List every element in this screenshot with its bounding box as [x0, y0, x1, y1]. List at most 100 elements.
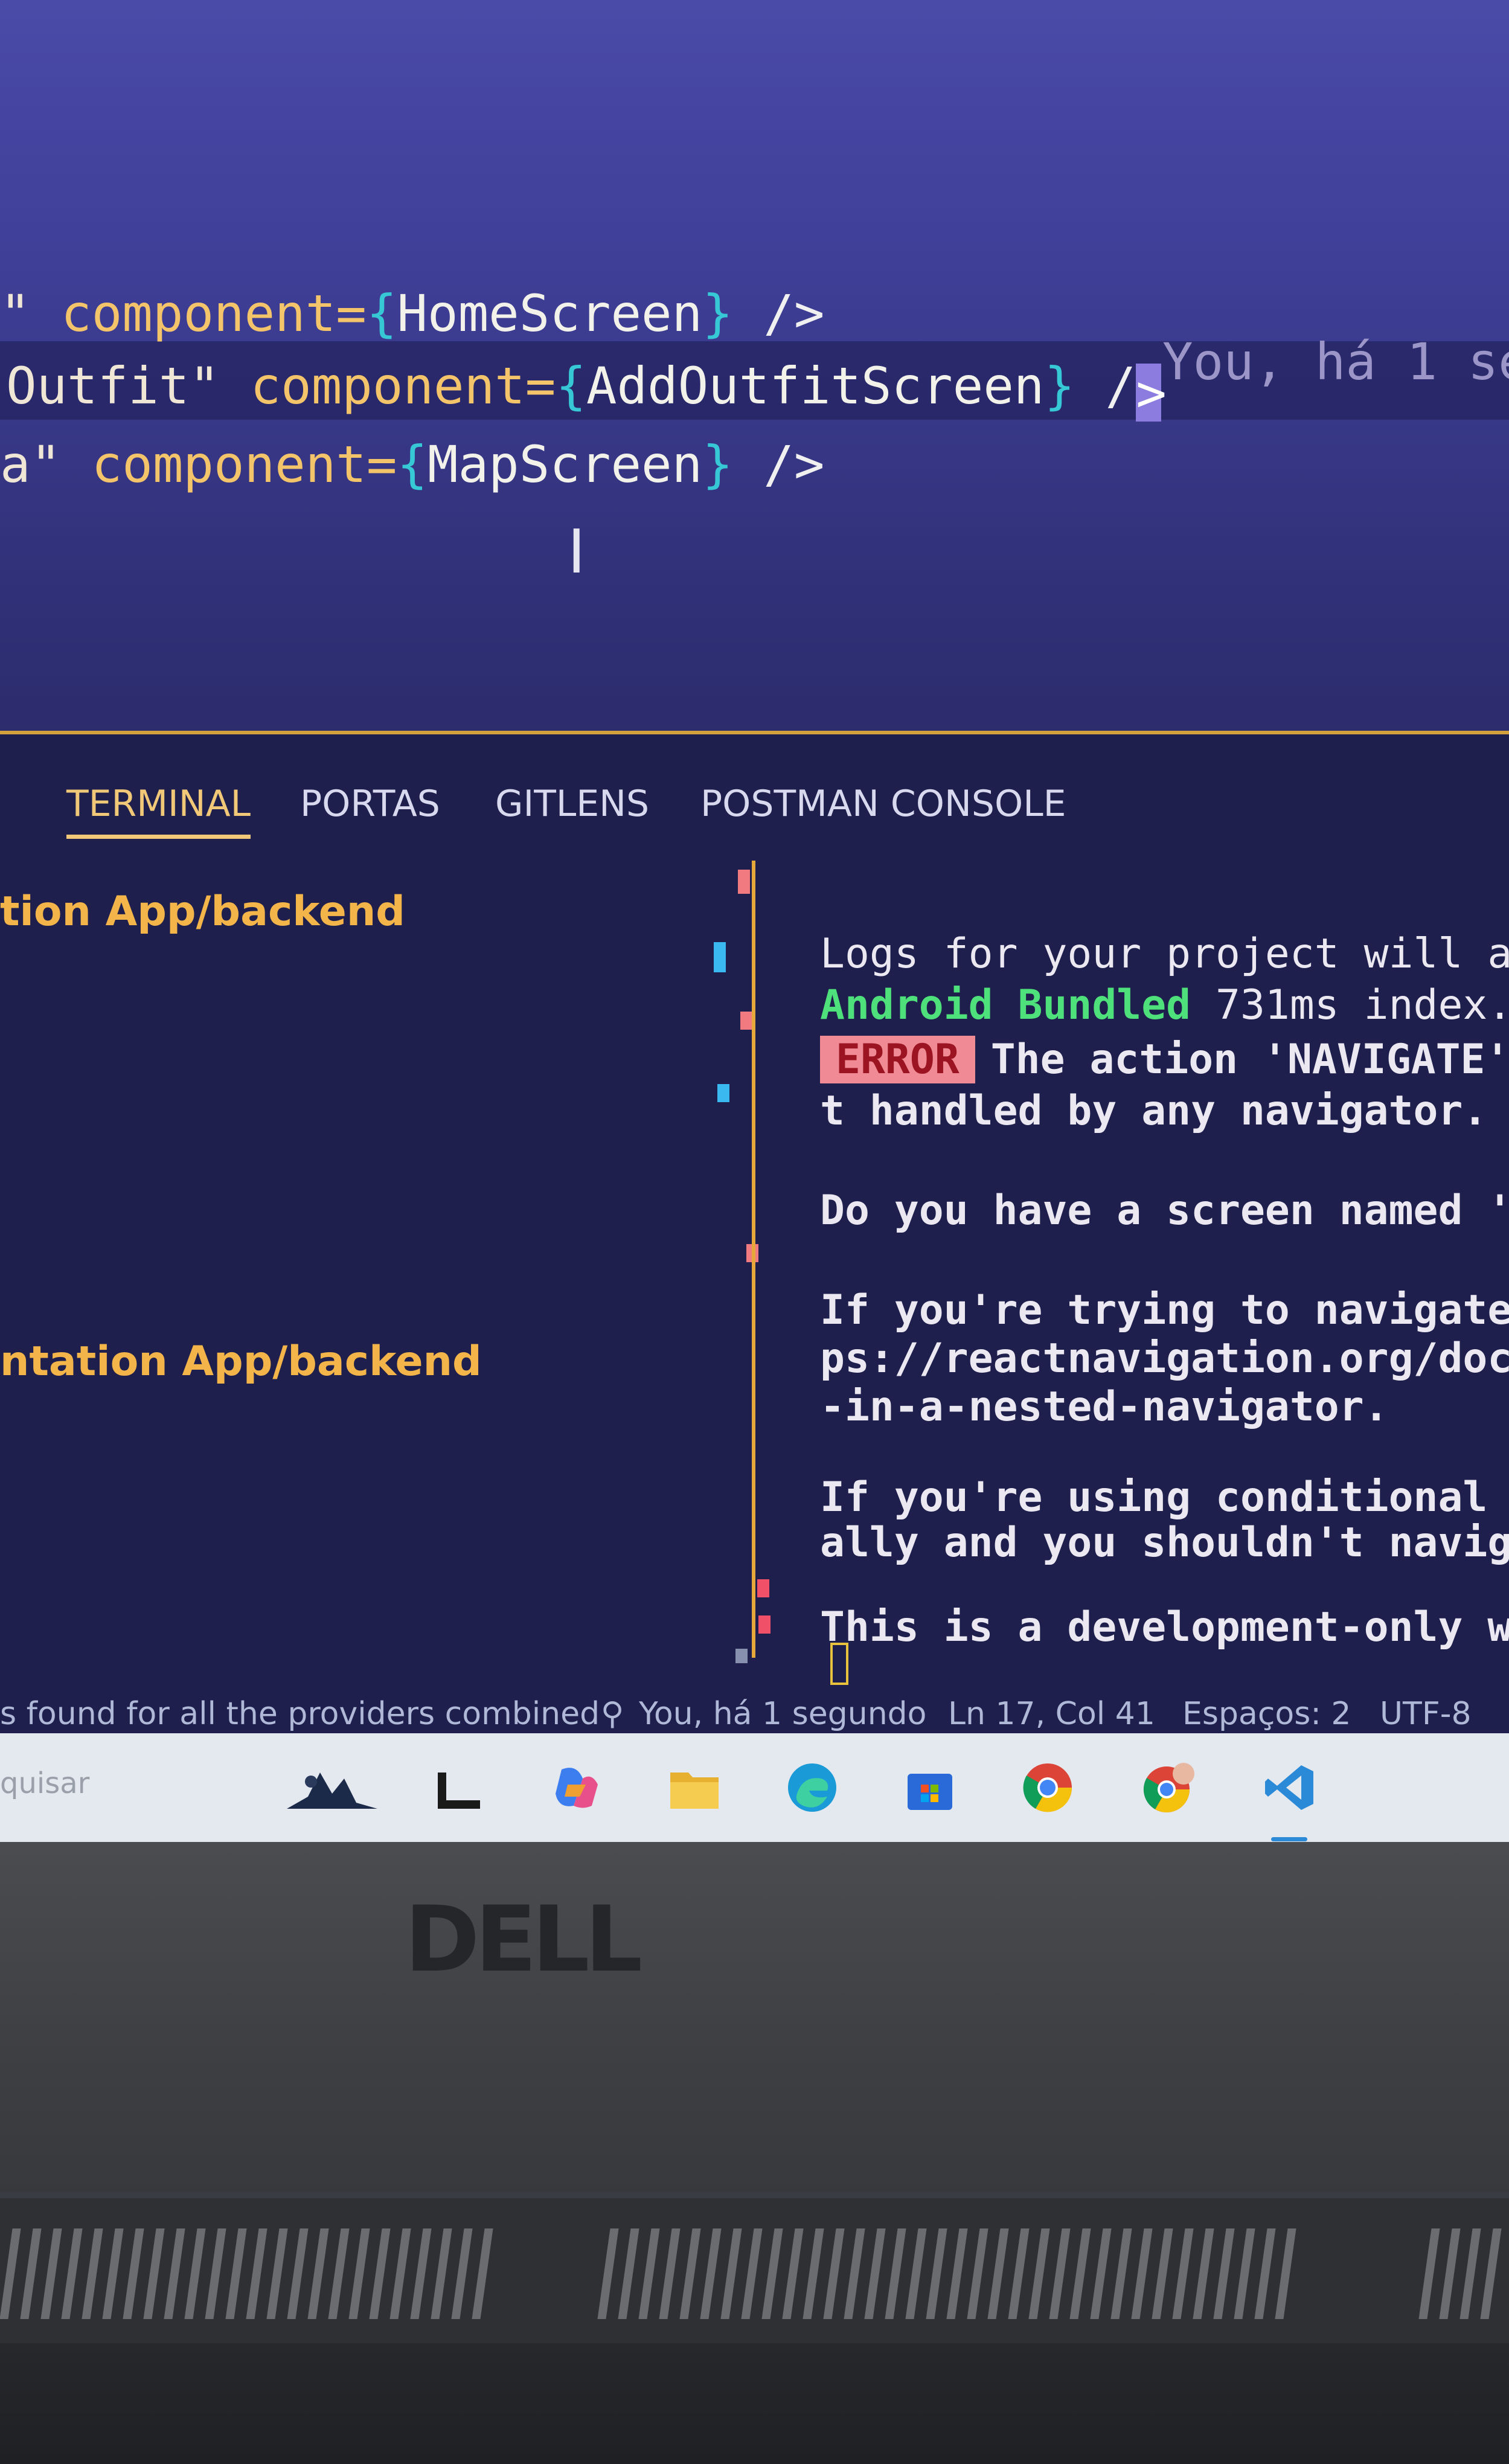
screen: " component={HomeScreen} /> Outfit" comp…	[0, 0, 1509, 1842]
terminal-line: -in-a-nested-navigator.	[820, 1383, 1389, 1431]
terminal-line: If you're trying to navigate to	[820, 1286, 1509, 1334]
grille-slat	[410, 2228, 432, 2319]
widgets-icon[interactable]	[284, 1760, 380, 1815]
grille-slat	[1049, 2228, 1071, 2319]
edge-icon[interactable]	[785, 1760, 839, 1815]
grille-slat	[700, 2228, 722, 2319]
grille-slat	[1418, 2228, 1440, 2319]
grille-slat	[803, 2228, 824, 2319]
taskbar-search[interactable]: quisar	[0, 1766, 89, 1800]
grille-slat	[102, 2228, 124, 2319]
grille-slat	[328, 2228, 350, 2319]
grille-slat	[82, 2228, 103, 2319]
grille-slat	[1069, 2228, 1091, 2319]
grille-slat	[741, 2228, 763, 2319]
grille-slat	[431, 2228, 452, 2319]
grille-slat	[1459, 2228, 1481, 2319]
grille-slat	[1439, 2228, 1461, 2319]
terminal-line: This is a development-only warnin	[820, 1603, 1509, 1651]
code-tag-close: /	[1075, 356, 1136, 415]
grille-slat	[905, 2228, 927, 2319]
grille-slat	[1254, 2228, 1276, 2319]
text-cursor: >	[1136, 364, 1167, 423]
grille-slat	[1480, 2228, 1502, 2319]
grille-slat	[864, 2228, 886, 2319]
file-explorer-icon[interactable]	[667, 1760, 722, 1815]
grille-slat	[638, 2228, 660, 2319]
status-problems[interactable]: s found for all the providers combined	[0, 1696, 600, 1732]
grille-slat	[659, 2228, 681, 2319]
terminal-list-item[interactable]: tion App/backend	[0, 888, 405, 935]
grille-slat	[184, 2228, 206, 2319]
grille-slat	[946, 2228, 968, 2319]
status-bar: s found for all the providers combined ⚲…	[0, 1691, 1509, 1739]
grille-slat	[123, 2228, 144, 2319]
chrome-icon[interactable]	[1020, 1760, 1075, 1815]
store-icon[interactable]	[903, 1760, 957, 1815]
grille-slat	[0, 2228, 21, 2319]
chrome-profile-icon[interactable]	[1141, 1760, 1196, 1815]
grille-slat	[472, 2228, 493, 2319]
status-indentation[interactable]: Espaços: 2	[1182, 1696, 1351, 1732]
code-brace-open: {	[366, 284, 397, 343]
grille-slat	[246, 2228, 268, 2319]
speaker-grille	[597, 2228, 1310, 2319]
grille-slat	[1028, 2228, 1050, 2319]
git-commit-icon: ⚲	[601, 1696, 624, 1732]
grille-slat	[61, 2228, 83, 2319]
grille-slat	[885, 2228, 906, 2319]
panel-split-divider[interactable]	[752, 861, 755, 1658]
task-view-icon[interactable]	[432, 1760, 486, 1815]
code-string: a"	[0, 435, 92, 494]
status-encoding[interactable]: UTF-8	[1380, 1696, 1472, 1732]
grille-slat	[1172, 2228, 1194, 2319]
grille-slat	[307, 2228, 329, 2319]
grille-slat	[1131, 2228, 1153, 2319]
grille-slat	[844, 2228, 865, 2319]
grille-slat	[679, 2228, 701, 2319]
grille-slat	[1152, 2228, 1173, 2319]
grille-slat	[164, 2228, 185, 2319]
taskbar: quisar	[0, 1733, 1509, 1842]
grille-slat	[451, 2228, 473, 2319]
grille-slat	[143, 2228, 165, 2319]
git-blame-annotation: You, há 1 seg	[1162, 332, 1509, 391]
code-attribute: component=	[61, 284, 367, 343]
code-brace-open: {	[397, 435, 428, 494]
ruler-mark	[714, 942, 726, 972]
tab-portas[interactable]: PORTAS	[300, 783, 440, 825]
ruler-mark	[757, 1579, 769, 1597]
tab-terminal[interactable]: TERMINAL	[66, 783, 251, 839]
tab-postman-console[interactable]: POSTMAN CONSOLE	[700, 783, 1066, 825]
grille-slat	[967, 2228, 988, 2319]
ruler-mark	[758, 1615, 771, 1634]
code-line-map[interactable]: a" component={MapScreen} />	[0, 435, 824, 494]
terminal-line: Do you have a screen named 'Add	[820, 1187, 1509, 1234]
ruler-mark	[738, 870, 750, 894]
code-component: MapScreen	[428, 435, 703, 494]
terminal-line: Logs for your project will app	[820, 930, 1509, 978]
grille-slat	[987, 2228, 1009, 2319]
status-blame[interactable]: You, há 1 segundo	[639, 1696, 926, 1732]
status-cursor-position[interactable]: Ln 17, Col 41	[948, 1696, 1155, 1732]
code-attribute: component=	[91, 435, 397, 494]
code-tag-close: />	[732, 435, 825, 494]
grille-slat	[1275, 2228, 1296, 2319]
copilot-icon[interactable]	[549, 1760, 604, 1815]
speaker-grille	[0, 2228, 495, 2319]
code-editor[interactable]: " component={HomeScreen} /> Outfit" comp…	[0, 0, 1509, 743]
code-line-home[interactable]: " component={HomeScreen} />	[0, 284, 825, 343]
code-line-addoutfit[interactable]: Outfit" component={AddOutfitScreen} />	[6, 356, 1167, 423]
grille-slat	[205, 2228, 226, 2319]
overview-ruler[interactable]	[711, 870, 771, 1673]
grille-slat	[761, 2228, 783, 2319]
vscode-icon[interactable]	[1262, 1760, 1316, 1815]
terminal-list-item[interactable]: ntation App/backend	[0, 1338, 482, 1385]
terminal-line: If you're using conditional rende	[820, 1474, 1509, 1521]
grille-slat	[1008, 2228, 1030, 2319]
active-app-indicator	[1271, 1837, 1307, 1841]
tab-gitlens[interactable]: GITLENS	[495, 783, 649, 825]
ruler-mark	[735, 1649, 748, 1663]
terminal-line: ERROR The action 'NAVIGATE'	[820, 1036, 1509, 1083]
grille-slat	[1090, 2228, 1112, 2319]
